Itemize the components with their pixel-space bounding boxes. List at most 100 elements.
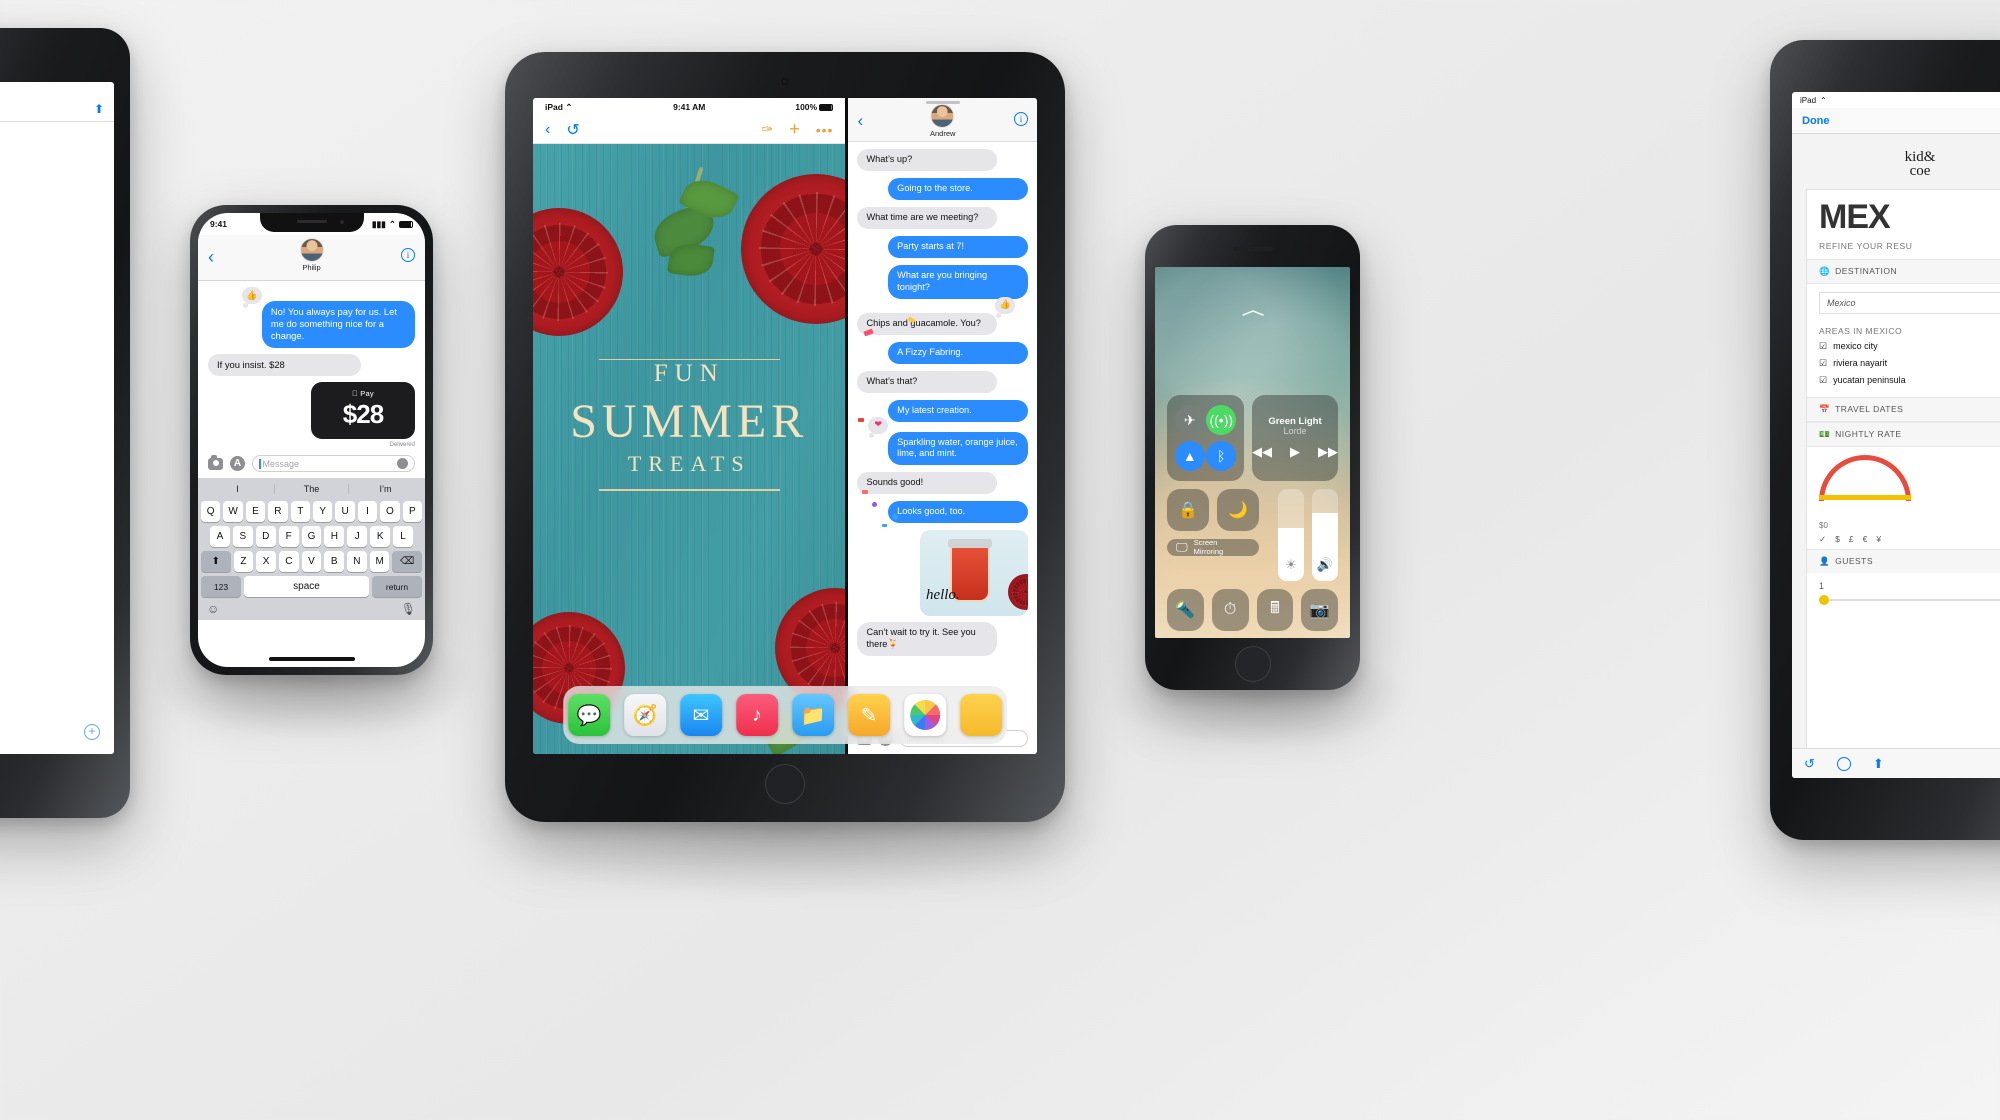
key-c[interactable]: C bbox=[278, 551, 299, 572]
message-photo-attachment[interactable]: hello. bbox=[919, 530, 1028, 617]
dictation-microphone-icon[interactable]: 🎙 bbox=[401, 602, 416, 616]
cellular-data-toggle[interactable]: ((•)) bbox=[1206, 405, 1237, 435]
dock-safari-icon[interactable]: 🧭 bbox=[623, 694, 666, 736]
reload-icon[interactable]: ↺ bbox=[1804, 756, 1815, 772]
checkbox-row[interactable]: ☑ riviera nayarit bbox=[1807, 355, 2000, 372]
back-chevron-left-icon[interactable]: ‹ bbox=[545, 121, 550, 139]
chevron-up-handle-icon[interactable] bbox=[1241, 309, 1264, 317]
home-button[interactable] bbox=[765, 764, 805, 804]
key-t[interactable]: T bbox=[290, 501, 310, 522]
pages-toolbar[interactable]: ‹ ↺ ✑ + ••• bbox=[533, 116, 846, 144]
ipad-left-screen[interactable]: ✳ 100% ⬆ lp » HIS ? E ? bbox=[0, 82, 114, 754]
dock-mail-icon[interactable]: ✉ bbox=[679, 694, 722, 736]
dock-photos-icon[interactable] bbox=[903, 694, 946, 736]
currency-gbp[interactable]: £ bbox=[1849, 534, 1854, 545]
now-playing-module[interactable]: Green Light Lorde ◀◀ ▶ ▶▶ bbox=[1252, 395, 1338, 481]
ipad-pro-screen[interactable]: iPad ⌃ 9:41 AM 100% ‹ ↺ ✑ + ••• FUN SUMM… bbox=[533, 98, 1037, 754]
keyboard-row-4[interactable]: 123 space return bbox=[201, 576, 422, 597]
message-bubble-outgoing[interactable]: Looks good, too. bbox=[888, 501, 1028, 524]
checkbox-checked-icon[interactable]: ☑ bbox=[1819, 341, 1827, 352]
message-bubble-outgoing[interactable]: ❤ Sparkling water, orange juice, lime, a… bbox=[868, 416, 1028, 466]
message-bubble-outgoing[interactable]: 👍 No! You always pay for us. Let me do s… bbox=[241, 287, 415, 348]
safari-toolbar[interactable]: ↺ ⬆ bbox=[1792, 748, 2000, 778]
home-button[interactable] bbox=[1234, 646, 1271, 682]
stop-icon[interactable] bbox=[1836, 756, 1851, 771]
more-ellipsis-icon[interactable]: ••• bbox=[816, 122, 834, 138]
back-chevron-left-icon[interactable]: ‹ bbox=[857, 111, 863, 131]
section-nightly-rate[interactable]: 💵 NIGHTLY RATE bbox=[1807, 421, 2000, 447]
prediction-3[interactable]: I’m bbox=[349, 484, 422, 494]
key-d[interactable]: D bbox=[255, 526, 276, 547]
do-not-disturb-toggle[interactable]: 🌙 bbox=[1217, 489, 1259, 531]
key-i[interactable]: I bbox=[357, 501, 378, 522]
volume-slider[interactable]: 🔊 bbox=[1312, 489, 1338, 581]
dock-files-icon[interactable]: 📁 bbox=[791, 694, 834, 736]
done-button[interactable]: Done bbox=[1802, 115, 1830, 127]
apple-pay-card[interactable]:  Pay $28 bbox=[311, 381, 415, 439]
messages-app-pane[interactable]: ‹ Andrew i What’s up? Going to the store… bbox=[845, 98, 1037, 754]
ipad-dock[interactable]: 💬 🧭 ✉ ♪ 📁 ✎ bbox=[563, 686, 1007, 744]
dock-music-icon[interactable]: ♪ bbox=[735, 694, 778, 736]
connectivity-module[interactable]: ✈ ((•)) ▲ ᛒ bbox=[1167, 395, 1244, 481]
section-travel-dates[interactable]: 📅 TRAVEL DATES bbox=[1807, 396, 2000, 422]
key-v[interactable]: V bbox=[301, 551, 322, 572]
key-f[interactable]: F bbox=[278, 526, 299, 547]
timer-button[interactable]: ⏱ bbox=[1211, 589, 1249, 631]
share-icon[interactable]: ⬆ bbox=[94, 102, 104, 116]
flashlight-button[interactable]: 🔦 bbox=[1167, 589, 1204, 631]
currency-jpy[interactable]: ¥ bbox=[1876, 534, 1881, 545]
destination-input[interactable]: Mexico bbox=[1819, 291, 2000, 314]
currency-eur[interactable]: € bbox=[1863, 534, 1868, 545]
message-bubble-incoming[interactable]: 👍 Chips and guacamole. You? bbox=[857, 296, 1016, 335]
tapback-heart-icon[interactable]: ❤ bbox=[868, 416, 889, 438]
emoji-icon[interactable]: ☺ bbox=[207, 602, 219, 616]
rotation-lock-toggle[interactable]: 🔒 bbox=[1167, 489, 1209, 531]
message-bubble-outgoing[interactable]: A Fizzy Fabring. bbox=[888, 341, 1028, 364]
screen-mirroring-button[interactable]: 🖵 Screen Mirroring bbox=[1167, 538, 1259, 557]
dock-messages-icon[interactable]: 💬 bbox=[567, 694, 610, 736]
return-key[interactable]: return bbox=[372, 576, 422, 597]
brightness-slider[interactable]: ☀ bbox=[1278, 489, 1304, 581]
message-bubble-incoming[interactable]: What time are we meeting? bbox=[857, 206, 998, 229]
keyboard-row-1[interactable]: QWERTYUIOP bbox=[200, 501, 423, 522]
price-gauge[interactable] bbox=[1819, 454, 2000, 513]
key-o[interactable]: O bbox=[380, 501, 400, 522]
message-bubble-outgoing[interactable]: Going to the store. bbox=[888, 177, 1028, 200]
share-icon[interactable]: ⬆ bbox=[1873, 756, 1884, 772]
key-x[interactable]: X bbox=[256, 551, 276, 572]
shift-key[interactable]: ⬆ bbox=[201, 551, 231, 572]
message-bubble-incoming[interactable]: Sounds good! bbox=[857, 472, 998, 495]
info-circle-icon[interactable]: i bbox=[401, 248, 415, 262]
rewind-icon[interactable]: ◀◀ bbox=[1252, 444, 1272, 460]
key-p[interactable]: P bbox=[402, 501, 423, 522]
pages-app-pane[interactable]: iPad ⌃ 9:41 AM 100% ‹ ↺ ✑ + ••• FUN SUMM… bbox=[533, 98, 846, 754]
undo-icon[interactable]: ↺ bbox=[566, 120, 579, 140]
message-bubble-incoming[interactable]: Can’t wait to try it. See you there🍹 bbox=[857, 622, 998, 657]
message-bubble-incoming[interactable]: What’s that? bbox=[857, 370, 998, 393]
checkbox-checked-icon[interactable]: ☑ bbox=[1819, 375, 1827, 386]
key-w[interactable]: W bbox=[223, 501, 243, 522]
web-content[interactable]: kid& coe MEX REFINE YOUR RESU 🌐 DESTINAT… bbox=[1792, 134, 2000, 778]
checkbox-row[interactable]: ☑ mexico city bbox=[1807, 338, 2000, 355]
tapback-thumbsup-icon[interactable]: 👍 bbox=[995, 296, 1016, 318]
ipad-right-screen[interactable]: iPad ⌃ Done kid& coe MEX REFINE YOUR RES… bbox=[1792, 92, 2000, 778]
info-circle-icon[interactable]: i bbox=[1013, 112, 1028, 126]
message-input[interactable]: Message bbox=[252, 455, 415, 472]
key-b[interactable]: B bbox=[324, 551, 345, 572]
key-q[interactable]: Q bbox=[200, 501, 221, 522]
plus-circle-icon[interactable]: + bbox=[84, 724, 100, 740]
prediction-2[interactable]: The bbox=[275, 484, 349, 494]
checkbox-row[interactable]: ☑ yucatan peninsula bbox=[1807, 372, 2000, 389]
bluetooth-toggle[interactable]: ᛒ bbox=[1206, 441, 1237, 471]
share-toolbar[interactable]: ⬆ bbox=[0, 96, 114, 122]
camera-button[interactable]: 📷 bbox=[1301, 589, 1338, 631]
contact-header[interactable]: Philip bbox=[299, 238, 324, 272]
message-bubble-incoming[interactable]: If you insist. $28 bbox=[208, 353, 362, 376]
space-key[interactable]: space bbox=[244, 576, 369, 597]
key-n[interactable]: N bbox=[347, 551, 367, 572]
play-icon[interactable]: ▶ bbox=[1290, 444, 1300, 460]
wifi-toggle[interactable]: ▲ bbox=[1174, 441, 1205, 471]
control-center-grid[interactable]: ✈ ((•)) ▲ ᛒ Green Light Lorde ◀◀ ▶ ▶▶ 🔒 … bbox=[1167, 395, 1338, 631]
key-l[interactable]: L bbox=[393, 526, 414, 547]
currency-selector[interactable]: ✓ $ £ € ¥ bbox=[1807, 530, 2000, 549]
